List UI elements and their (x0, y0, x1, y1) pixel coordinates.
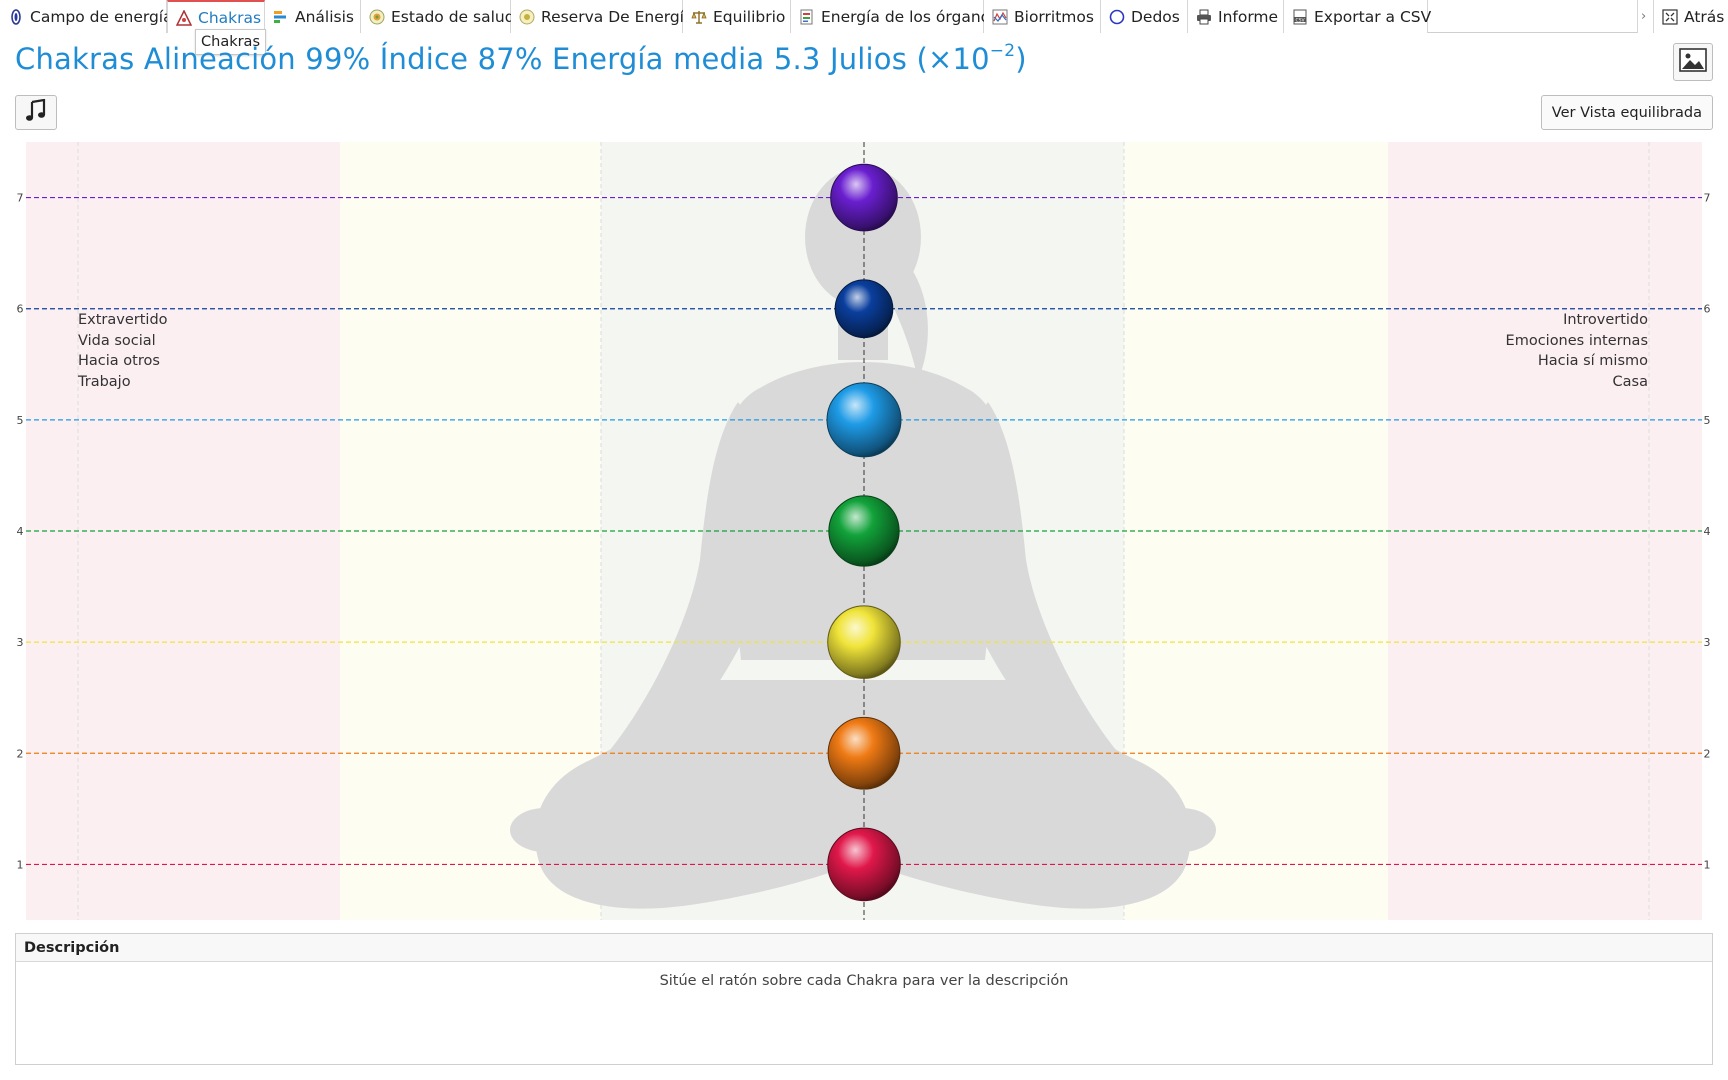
title-suffix: ) (1015, 42, 1027, 76)
right-label: Hacia sí mismo (1537, 353, 1648, 369)
health-target-icon (369, 9, 385, 25)
tab-label: Chakras (198, 8, 262, 27)
save-image-button[interactable] (1673, 43, 1713, 81)
tab-analisis[interactable]: Análisis (265, 0, 361, 33)
back-label: Atrás (1684, 7, 1725, 26)
left-label: Trabajo (78, 373, 131, 390)
tab-estado-de-salud[interactable]: Estado de salud (361, 0, 515, 33)
y-tick-label-right: 4 (1704, 525, 1711, 538)
y-tick-label-right: 3 (1704, 636, 1711, 649)
chakra-sphere-4[interactable] (828, 495, 900, 567)
description-text: Sitúe el ratón sobre cada Chakra para ve… (659, 973, 1069, 989)
csv-file-icon: CSV (1292, 9, 1308, 25)
image-icon (1679, 48, 1707, 76)
tab-dedos[interactable]: Dedos (1101, 0, 1188, 33)
tab-label: Energía de los órganos (821, 7, 999, 26)
tab-label: Campo de energía (30, 7, 173, 26)
title-text: Chakras Alineación 99% Índice 87% Energí… (15, 42, 990, 76)
left-labels: Extravertido Vida social Hacia otros Tra… (78, 310, 168, 392)
tab-label: Equilibrio (713, 7, 786, 26)
y-tick-label-right: 5 (1704, 414, 1711, 427)
title-exponent: −2 (989, 41, 1016, 62)
tab-equilibrio[interactable]: Equilibrio (683, 0, 791, 33)
tab-informe[interactable]: Informe (1188, 0, 1284, 33)
chakra-sphere-3[interactable] (827, 605, 901, 679)
y-tick-label-right: 7 (1704, 192, 1711, 205)
tab-label: Biorritmos (1014, 7, 1094, 26)
organs-document-icon (799, 9, 815, 25)
right-label: Emociones internas (1505, 332, 1648, 349)
y-tick-label-left: 5 (17, 414, 24, 427)
back-button[interactable]: Atrás (1654, 0, 1728, 33)
scales-icon (691, 9, 707, 25)
printer-icon (1196, 9, 1212, 25)
chakra-triangle-icon (175, 8, 193, 26)
chakra-sphere-5[interactable] (826, 382, 902, 458)
tab-label: Dedos (1131, 7, 1180, 26)
tab-energia-de-los-organos[interactable]: Energía de los órganos (791, 0, 998, 33)
collapse-arrows-icon (1662, 8, 1678, 25)
y-tick-label-right: 2 (1704, 747, 1711, 760)
y-tick-label-left: 6 (17, 303, 24, 316)
chakra-sphere-7[interactable] (830, 163, 898, 232)
tab-exportar-csv[interactable]: CSV Exportar a CSV (1284, 0, 1432, 33)
finger-circle-icon (1109, 9, 1125, 25)
tab-label: Informe (1218, 7, 1279, 26)
y-tick-label-left: 7 (17, 192, 24, 205)
tab-label: Análisis (295, 7, 354, 26)
right-label: Casa (1612, 373, 1648, 390)
page-title: Chakras Alineación 99% Índice 87% Energí… (15, 41, 1027, 76)
bar-chart-icon (273, 9, 289, 25)
chakra-sphere-2[interactable] (827, 716, 901, 790)
tab-biorritmos[interactable]: Biorritmos (984, 0, 1101, 33)
balanced-view-button[interactable]: Ver Vista equilibrada (1540, 95, 1713, 130)
music-button[interactable] (15, 95, 57, 130)
energy-reserve-icon (519, 9, 535, 25)
left-label: Extravertido (78, 312, 168, 328)
tab-label: Reserva De Energía (541, 7, 694, 26)
music-note-icon (24, 98, 48, 127)
chakra-sphere-6[interactable] (834, 279, 894, 339)
y-tick-label-left: 1 (17, 858, 24, 871)
tab-label: Estado de salud (391, 7, 515, 26)
chakra-chart-svg: 1 1 2 2 3 3 4 4 5 5 6 6 7 7 (17, 142, 1711, 920)
chevron-right-icon: › (1641, 9, 1647, 24)
left-label: Vida social (78, 332, 156, 349)
y-tick-label-left: 2 (17, 747, 24, 760)
y-tick-label-left: 3 (17, 636, 24, 649)
tab-campo-de-energia[interactable]: Campo de energía (0, 0, 173, 33)
aura-icon (8, 8, 24, 25)
svg-text:CSV: CSV (1295, 17, 1305, 23)
chakra-sphere-1[interactable] (827, 827, 901, 902)
right-label: Introvertido (1563, 312, 1648, 328)
y-tick-label-right: 1 (1704, 858, 1711, 871)
chakra-chart: 1 1 2 2 3 3 4 4 5 5 6 6 7 7 Extravertido Vida social … (0, 140, 1728, 922)
description-panel: Descripción Sitúe el ratón sobre cada Ch… (15, 933, 1713, 1065)
right-labels: Introvertido Emociones internas Hacia sí… (1506, 310, 1648, 392)
tab-reserva-de-energia[interactable]: Reserva De Energía (511, 0, 694, 33)
tab-label: Exportar a CSV (1314, 7, 1432, 26)
description-header: Descripción (16, 934, 1712, 962)
tabs-scroll-right-button[interactable]: › (1637, 0, 1654, 33)
y-tick-label-left: 4 (17, 525, 24, 538)
biorhythm-chart-icon (992, 9, 1008, 25)
y-tick-label-right: 6 (1704, 303, 1711, 316)
left-label: Hacia otros (78, 353, 160, 369)
